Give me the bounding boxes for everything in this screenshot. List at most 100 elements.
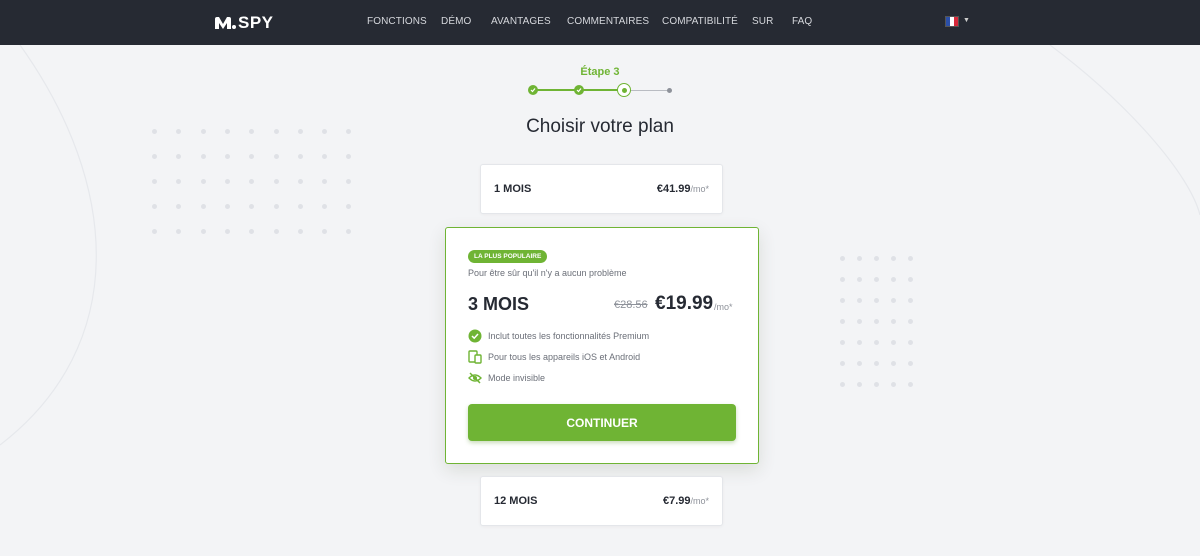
decorative-dot — [273, 179, 279, 184]
decorative-dot — [891, 382, 896, 387]
step-2-check-icon — [574, 85, 584, 95]
decorative-dot — [176, 154, 182, 159]
decorative-dot — [891, 298, 896, 303]
decorative-dot — [857, 319, 862, 324]
decorative-dot — [857, 340, 862, 345]
feature-item: Pour tous les appareils iOS et Android — [468, 350, 640, 364]
decorative-dot — [874, 361, 879, 366]
top-navbar: SPY FONCTIONS DÉMO AVANTAGES COMMENTAIRE… — [0, 0, 1200, 45]
decorative-dot — [908, 340, 913, 345]
decorative-dot — [874, 277, 879, 282]
decorative-dot — [200, 229, 206, 234]
decorative-dot — [297, 179, 303, 184]
plan-name: 1 MOIS — [494, 183, 532, 195]
decorative-dot — [840, 256, 845, 261]
decorative-dot — [346, 229, 352, 234]
france-flag-icon[interactable] — [945, 16, 959, 27]
decorative-dot — [176, 229, 182, 234]
decorative-dot — [176, 179, 182, 184]
nav-item-fonctions[interactable]: FONCTIONS — [367, 16, 427, 27]
nav-item-commentaires[interactable]: COMMENTAIRES — [567, 16, 649, 27]
decorative-dot — [224, 204, 230, 209]
continue-button[interactable]: CONTINUER — [468, 404, 736, 441]
decorative-dot — [152, 229, 157, 234]
mspy-logo[interactable]: SPY — [214, 13, 274, 33]
decorative-dot — [176, 204, 182, 209]
decorative-dot — [297, 154, 303, 159]
nav-item-faq[interactable]: FAQ — [792, 16, 812, 27]
plan-price-unit: /mo* — [690, 496, 709, 506]
decorative-dot — [857, 382, 862, 387]
feature-item: Inclut toutes les fonctionnalités Premiu… — [468, 329, 649, 343]
decorative-dot — [840, 340, 845, 345]
decorative-dot — [322, 204, 328, 209]
plan-name: 3 MOIS — [468, 294, 530, 314]
decorative-dot — [200, 204, 206, 209]
decorative-dot — [224, 229, 230, 234]
decorative-dot — [840, 361, 845, 366]
plan-card-3-months[interactable]: LA PLUS POPULAIRE Pour être sûr qu'il n'… — [445, 227, 759, 464]
feature-text: Mode invisible — [488, 373, 546, 383]
plan-price-unit: /mo* — [690, 184, 709, 194]
plan-card-12-months[interactable]: 12 MOIS €7.99/mo* — [480, 476, 723, 526]
decorative-dot — [874, 256, 879, 261]
language-caret-icon[interactable]: ▼ — [963, 17, 970, 24]
feature-text: Inclut toutes les fonctionnalités Premiu… — [488, 331, 650, 341]
plan-subtitle: Pour être sûr qu'il n'y a aucun problème — [468, 268, 627, 278]
decorative-dot — [346, 204, 352, 209]
progress-stepper — [527, 83, 677, 97]
decorative-dot — [297, 204, 303, 209]
plan-name: 12 MOIS — [494, 495, 538, 507]
step-4-pending-dot — [667, 88, 672, 93]
decorative-dot — [224, 179, 230, 184]
decorative-dot — [322, 154, 328, 159]
decorative-dot — [322, 229, 328, 234]
feature-text: Pour tous les appareils iOS et Android — [488, 352, 641, 362]
nav-item-compatibilite[interactable]: COMPATIBILITÉ — [662, 16, 738, 27]
decorative-dot — [891, 256, 896, 261]
plan-price: €41.99/mo* — [657, 183, 709, 195]
decorative-dot — [224, 154, 230, 159]
decorative-dot — [891, 361, 896, 366]
decorative-dot — [908, 319, 913, 324]
decorative-dot — [840, 277, 845, 282]
decorative-dot — [857, 361, 862, 366]
popular-badge: LA PLUS POPULAIRE — [468, 250, 548, 263]
plan-price: €7.99/mo* — [663, 495, 709, 507]
step-3-current-icon — [617, 83, 631, 97]
plan-price-unit: /mo* — [714, 302, 733, 312]
decorative-dot — [891, 319, 896, 324]
dot-grid-left — [152, 129, 352, 234]
eye-slash-icon — [468, 372, 482, 384]
decorative-dot — [200, 179, 206, 184]
logo-text: SPY — [238, 13, 274, 32]
decorative-dot — [874, 340, 879, 345]
decorative-dot — [891, 277, 896, 282]
step-label: Étape 3 — [580, 66, 620, 78]
nav-item-avantages[interactable]: AVANTAGES — [491, 16, 551, 27]
mspy-logo-mark-icon — [215, 17, 236, 29]
decorative-dot — [249, 154, 255, 159]
decorative-dot — [857, 256, 862, 261]
nav-item-demo[interactable]: DÉMO — [441, 16, 471, 27]
decorative-dot — [273, 204, 279, 209]
plan-card-1-month[interactable]: 1 MOIS €41.99/mo* — [480, 164, 723, 214]
decorative-dot — [908, 361, 913, 366]
decorative-dot — [874, 319, 879, 324]
decorative-dot — [249, 229, 255, 234]
decorative-dot — [273, 154, 279, 159]
decorative-dot — [874, 382, 879, 387]
decorative-dot — [200, 154, 206, 159]
decorative-dot — [840, 298, 845, 303]
decorative-dot — [857, 298, 862, 303]
decorative-dot — [152, 154, 157, 159]
page-title: Choisir votre plan — [526, 116, 674, 137]
plan-price-value: €7.99 — [662, 495, 691, 507]
step-line-pending — [627, 90, 669, 91]
decorative-dot — [297, 229, 303, 234]
decorative-dot — [273, 229, 279, 234]
decorative-dot — [346, 179, 352, 184]
plan-old-price: €28.56 — [614, 299, 648, 311]
nav-item-sur[interactable]: SUR — [752, 16, 773, 27]
decorative-dot — [322, 179, 328, 184]
